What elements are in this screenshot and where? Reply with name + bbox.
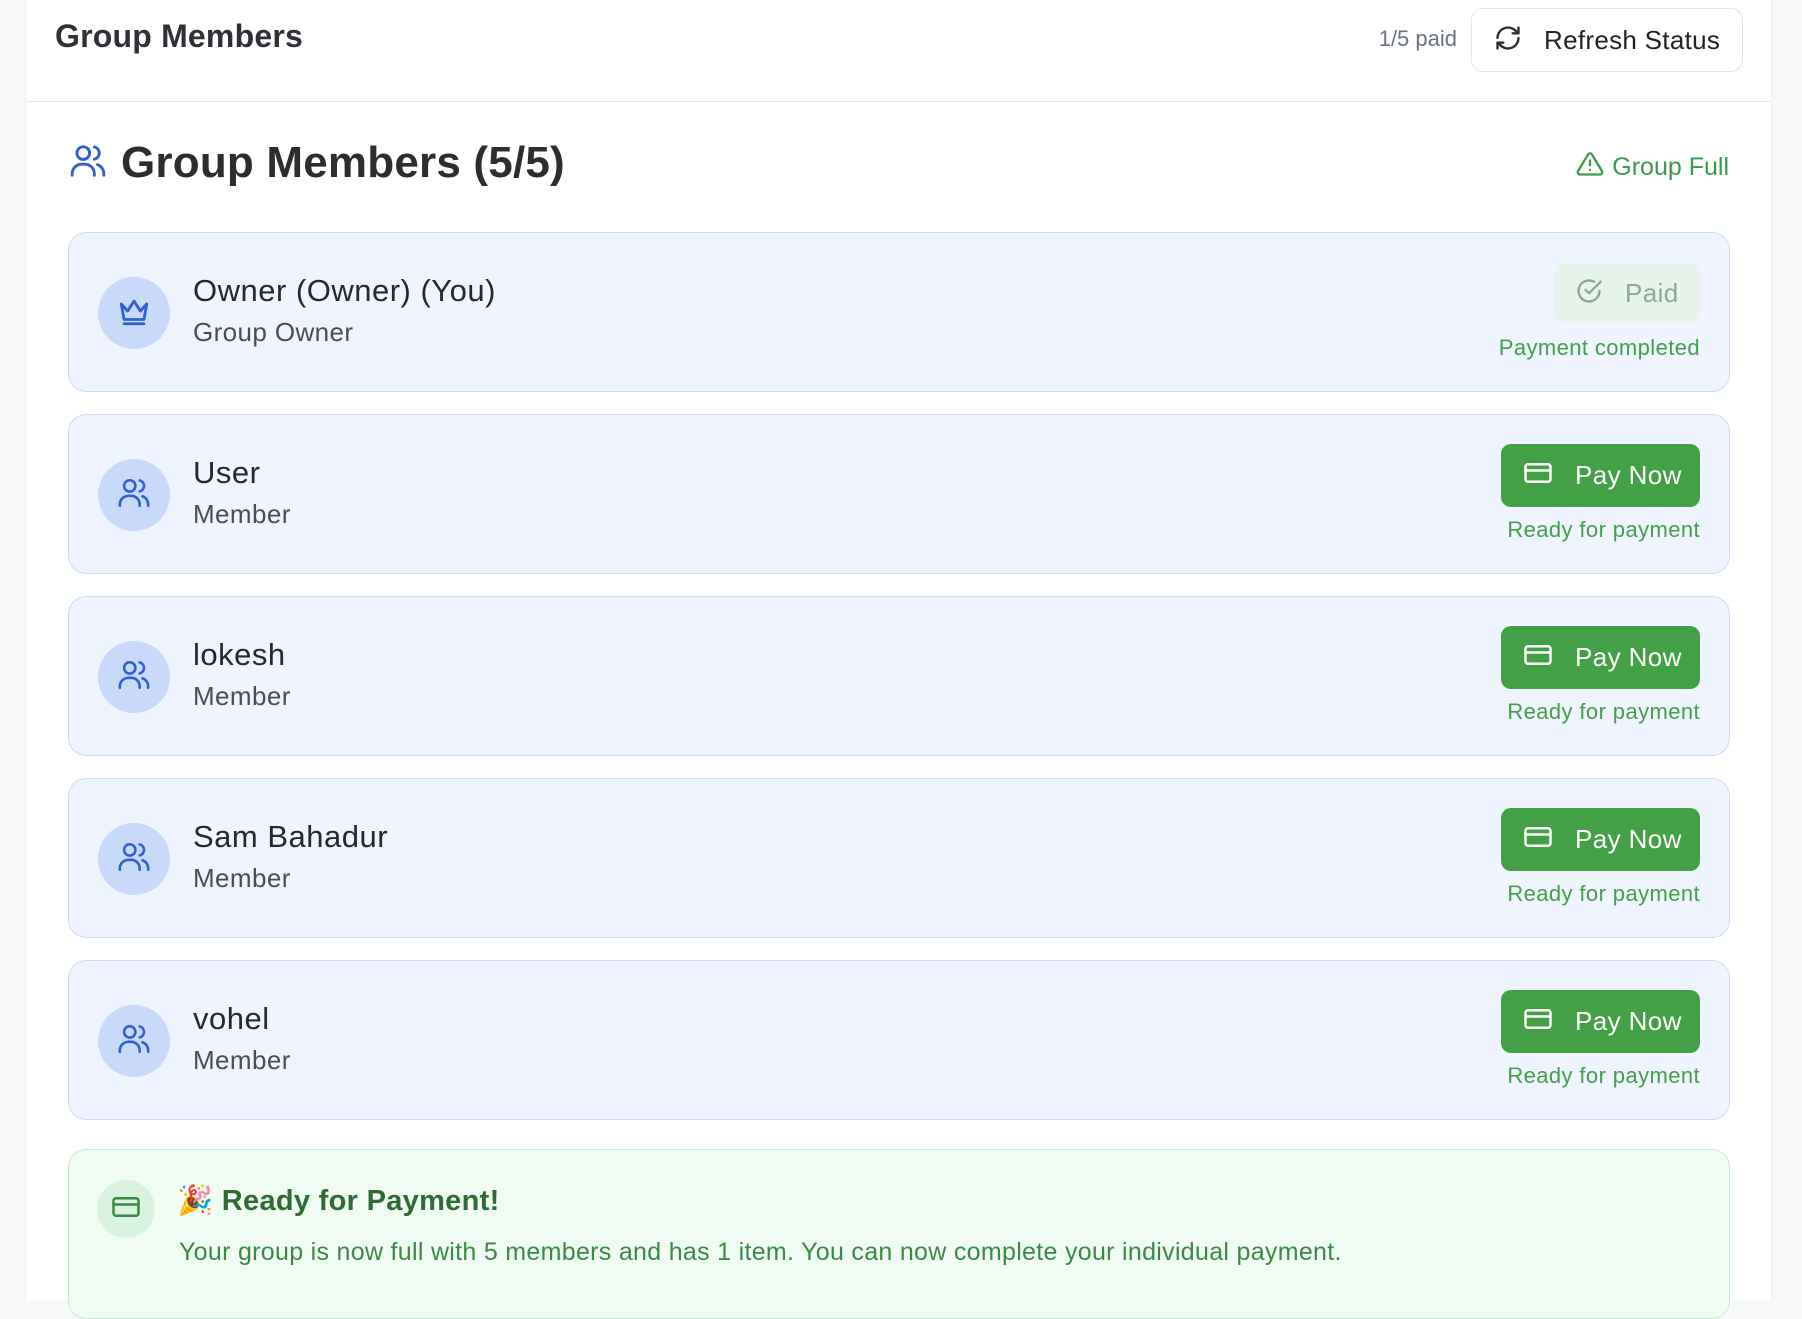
payment-status: Ready for payment xyxy=(1507,1063,1700,1088)
paid-badge: Paid xyxy=(1555,263,1700,323)
member-name: User xyxy=(193,455,261,490)
group-full-status: Group Full xyxy=(1576,150,1729,185)
section-title: Group Members (5/5) xyxy=(121,138,565,187)
member-role: Member xyxy=(193,681,291,711)
pay-now-label: Pay Now xyxy=(1575,642,1682,672)
payment-status: Payment completed xyxy=(1498,335,1700,360)
member-card-vohel: vohel Member Pay Now Ready for payment xyxy=(68,960,1730,1120)
member-role: Member xyxy=(193,863,291,893)
users-icon xyxy=(117,1022,151,1061)
member-list: Owner (Owner) (You) Group Owner Paid Pay… xyxy=(68,232,1730,1142)
member-card-owner: Owner (Owner) (You) Group Owner Paid Pay… xyxy=(68,232,1730,392)
ready-for-payment-banner: 🎉 Ready for Payment! Your group is now f… xyxy=(68,1149,1730,1319)
paid-count: 1/5 paid xyxy=(1378,26,1457,51)
top-bar: Group Members 1/5 paid Refresh Status xyxy=(26,0,1771,102)
member-role: Member xyxy=(193,1045,291,1075)
avatar xyxy=(98,1005,170,1077)
credit-card-icon xyxy=(1523,640,1553,675)
credit-card-icon xyxy=(1523,458,1553,493)
pay-now-button[interactable]: Pay Now xyxy=(1501,444,1700,507)
payment-status: Ready for payment xyxy=(1507,881,1700,906)
member-name: Sam Bahadur xyxy=(193,819,389,854)
member-card-sam-bahadur: Sam Bahadur Member Pay Now Ready for pay… xyxy=(68,778,1730,938)
avatar xyxy=(98,459,170,531)
credit-card-icon xyxy=(111,1192,141,1227)
avatar xyxy=(98,277,170,349)
pay-now-label: Pay Now xyxy=(1575,824,1682,854)
member-card-lokesh: lokesh Member Pay Now Ready for payment xyxy=(68,596,1730,756)
group-members-panel: Group Members 1/5 paid Refresh Status Gr… xyxy=(25,0,1772,1319)
member-name: vohel xyxy=(193,1001,270,1036)
crown-icon xyxy=(117,294,151,333)
member-role: Group Owner xyxy=(193,317,354,347)
users-icon xyxy=(69,142,107,185)
avatar xyxy=(98,823,170,895)
member-role: Member xyxy=(193,499,291,529)
pay-now-label: Pay Now xyxy=(1575,1006,1682,1036)
pay-now-label: Pay Now xyxy=(1575,460,1682,490)
credit-card-icon xyxy=(1523,1004,1553,1039)
refresh-label: Refresh Status xyxy=(1544,24,1721,55)
check-circle-icon xyxy=(1575,277,1603,310)
users-icon xyxy=(117,840,151,879)
payment-status: Ready for payment xyxy=(1507,517,1700,542)
warning-triangle-icon xyxy=(1576,150,1604,185)
users-icon xyxy=(117,476,151,515)
section-heading: Group Members (5/5) xyxy=(69,138,565,188)
pay-now-button[interactable]: Pay Now xyxy=(1501,626,1700,689)
member-card-user: User Member Pay Now Ready for payment xyxy=(68,414,1730,574)
party-popper-icon: 🎉 xyxy=(177,1185,214,1217)
group-full-label: Group Full xyxy=(1612,153,1729,181)
member-name: Owner (Owner) (You) xyxy=(193,273,496,308)
payment-status: Ready for payment xyxy=(1507,699,1700,724)
credit-card-icon xyxy=(1523,822,1553,857)
banner-title-text: Ready for Payment! xyxy=(221,1185,500,1217)
banner-message: Your group is now full with 5 members an… xyxy=(179,1238,1342,1266)
users-icon xyxy=(117,658,151,697)
refresh-icon xyxy=(1494,24,1522,57)
paid-label: Paid xyxy=(1625,277,1679,308)
member-name: lokesh xyxy=(193,637,286,672)
avatar xyxy=(98,641,170,713)
banner-title: 🎉 Ready for Payment! xyxy=(177,1184,500,1218)
pay-now-button[interactable]: Pay Now xyxy=(1501,808,1700,871)
banner-icon-circle xyxy=(97,1180,155,1238)
refresh-status-button[interactable]: Refresh Status xyxy=(1471,8,1743,72)
pay-now-button[interactable]: Pay Now xyxy=(1501,990,1700,1053)
page-title: Group Members xyxy=(55,18,303,54)
